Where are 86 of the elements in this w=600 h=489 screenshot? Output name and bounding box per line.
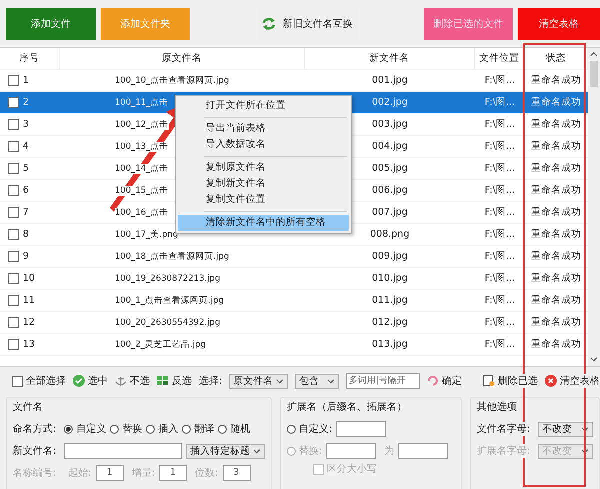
- table-cell: 100_13_点击: [115, 142, 169, 152]
- table-cell-text: 013.jpg: [371, 339, 409, 350]
- field-label: 文件名字母:: [477, 422, 530, 436]
- table-cell-text: 重命名成功: [530, 96, 582, 109]
- table-cell-text: F:\图...: [484, 228, 516, 241]
- table-cell-text: 009.jpg: [371, 251, 409, 262]
- table-cell-text: 005.jpg: [371, 163, 409, 174]
- table-cell-text: 004.jpg: [371, 141, 409, 152]
- table-cell: 100_14_点击: [115, 164, 169, 174]
- row-number: 12: [23, 317, 36, 328]
- table-cell-text: 重命名成功: [530, 74, 582, 87]
- checkbox-label: 区分大小写: [327, 462, 377, 476]
- row-number: 13: [23, 339, 36, 350]
- row-number: 4: [23, 141, 30, 152]
- row-number: 3: [23, 119, 30, 130]
- row-number: 5: [23, 163, 30, 174]
- field-label: 增量:: [132, 467, 156, 480]
- field-label: 新文件名:: [13, 444, 56, 458]
- table-cell-text: 重命名成功: [530, 338, 582, 351]
- table-cell-text: 重命名成功: [530, 162, 582, 175]
- table-cell-text: 003.jpg: [371, 119, 409, 130]
- field-label: 为: [384, 444, 394, 458]
- table-cell-text: F:\图...: [484, 316, 516, 329]
- row-number: 6: [23, 185, 30, 196]
- field-label: 名称编号:: [13, 466, 56, 480]
- table-cell-text: F:\图...: [484, 250, 516, 263]
- table-cell: 100_19_2630872213.jpg: [115, 274, 220, 284]
- table-cell-text: 重命名成功: [530, 250, 582, 263]
- table-cell-text: 007.jpg: [371, 207, 409, 218]
- radio-label: 随机: [230, 422, 250, 436]
- row-number: 11: [23, 295, 36, 306]
- table-cell: 100_15_点击: [115, 186, 169, 196]
- row-number: 2: [23, 97, 30, 108]
- table-cell: 100_11_点击: [115, 98, 169, 108]
- table-cell-text: F:\图...: [484, 118, 516, 131]
- table-cell-text: 重命名成功: [530, 184, 582, 197]
- table-cell-text: F:\图...: [484, 272, 516, 285]
- field-label: 起始:: [68, 466, 92, 480]
- table-cell-text: 重命名成功: [530, 140, 582, 153]
- row-number: 7: [23, 207, 30, 218]
- radio-label: 翻译: [194, 422, 214, 436]
- table-cell-text: 012.jpg: [371, 317, 409, 328]
- table-cell-text: F:\图...: [484, 96, 516, 109]
- table-cell-text: F:\图...: [484, 184, 516, 197]
- table-cell-text: 010.jpg: [371, 273, 409, 284]
- table-cell: 100_16_点击: [115, 208, 169, 218]
- table-cell-text: F:\图...: [484, 206, 516, 219]
- table-cell: 100_1_点击查看源网页.jpg: [115, 296, 224, 306]
- table-cell-text: F:\图...: [484, 162, 516, 175]
- field-label: 扩展名字母:: [477, 444, 530, 458]
- select-label: 选择:: [199, 374, 222, 388]
- table-cell-text: 重命名成功: [530, 206, 582, 219]
- panel-title: 文件名: [13, 400, 44, 414]
- table-cell: 100_18_点击查看源网页.jpg: [115, 252, 230, 262]
- checkbox-label: 全部选择: [26, 374, 66, 388]
- field-label: 命名方式:: [13, 422, 56, 436]
- table-cell: 100_12_点击: [115, 120, 169, 130]
- table-cell-text: 重命名成功: [530, 228, 582, 241]
- table-cell-text: F:\图...: [484, 294, 516, 307]
- table-cell-text: 重命名成功: [530, 294, 582, 307]
- table-cell-text: 008.png: [369, 229, 411, 240]
- table-cell-text: 重命名成功: [530, 272, 582, 285]
- table-cell-text: 006.jpg: [371, 185, 409, 196]
- table-cell-text: 011.jpg: [371, 295, 409, 306]
- field-label: 位数:: [195, 467, 218, 480]
- row-number: 9: [23, 251, 30, 262]
- panel-title: 其他选项: [477, 400, 518, 414]
- row-number: 10: [23, 273, 36, 284]
- panel-title: 扩展名（后缀名、拓展名）: [287, 400, 408, 414]
- table-cell-text: F:\图...: [484, 338, 516, 351]
- row-number: 1: [23, 75, 30, 86]
- table-cell-text: 001.jpg: [371, 75, 409, 86]
- radio-label: 替换: [122, 422, 142, 436]
- radio-label: 替换:: [299, 444, 322, 458]
- table-cell-text: 重命名成功: [530, 118, 582, 131]
- radio-label: 自定义: [76, 422, 106, 436]
- table-cell-text: F:\图...: [484, 74, 516, 87]
- table-cell-text: F:\图...: [484, 140, 516, 153]
- row-number: 8: [23, 229, 30, 240]
- radio-label: 插入: [158, 422, 178, 436]
- radio-label: 自定义:: [299, 422, 332, 436]
- table-cell: 100_2_灵芝工艺品.jpg: [115, 340, 206, 350]
- table-cell-text: 002.jpg: [371, 97, 409, 108]
- table-cell-text: 重命名成功: [530, 316, 582, 329]
- table-cell: 100_10_点击查看源网页.jpg: [115, 76, 230, 86]
- table-cell: 100_20_2630554392.jpg: [115, 318, 220, 328]
